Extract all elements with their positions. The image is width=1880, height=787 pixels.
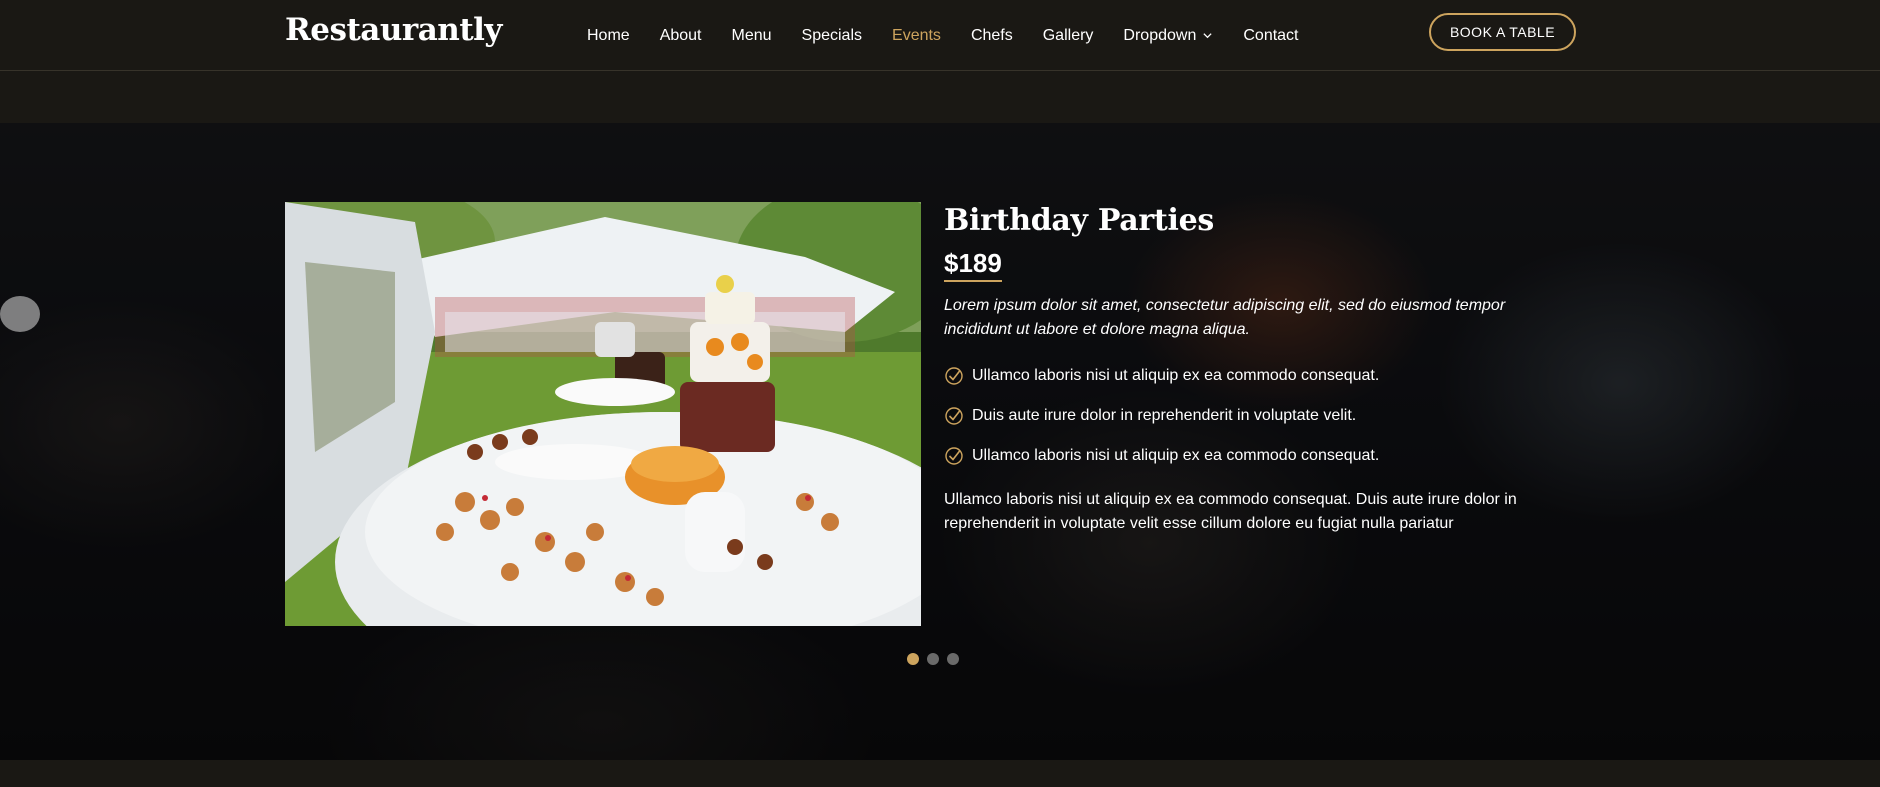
event-details: Birthday Parties $189 Lorem ipsum dolor …	[944, 200, 1574, 536]
list-item: Ullamco laboris nisi ut aliquip ex ea co…	[944, 356, 1574, 396]
slider-dot-3[interactable]	[947, 653, 959, 665]
nav-specials[interactable]: Specials	[802, 27, 862, 45]
list-item: Ullamco laboris nisi ut aliquip ex ea co…	[944, 436, 1574, 476]
birthday-party-image	[285, 202, 921, 626]
nav-about[interactable]: About	[660, 27, 702, 45]
main-nav: Home About Menu Specials Events Chefs Ga…	[587, 0, 1329, 71]
checklist-text: Ullamco laboris nisi ut aliquip ex ea co…	[972, 367, 1380, 384]
nav-contact[interactable]: Contact	[1243, 27, 1298, 45]
check-circle-icon	[945, 367, 963, 385]
list-item: Duis aute irure dolor in reprehenderit i…	[944, 396, 1574, 436]
check-circle-icon	[945, 407, 963, 425]
scroll-handle[interactable]	[0, 296, 40, 332]
slider-dot-1[interactable]	[907, 653, 919, 665]
book-table-button[interactable]: BOOK A TABLE	[1429, 13, 1576, 51]
event-checklist: Ullamco laboris nisi ut aliquip ex ea co…	[944, 356, 1574, 476]
event-title: Birthday Parties	[944, 203, 1214, 238]
nav-menu[interactable]: Menu	[732, 27, 772, 45]
nav-gallery[interactable]: Gallery	[1043, 27, 1094, 45]
check-circle-icon	[945, 447, 963, 465]
site-header: Restaurantly Home About Menu Specials Ev…	[0, 0, 1880, 71]
header-spacer	[0, 71, 1880, 123]
chevron-down-icon	[1203, 33, 1212, 39]
brand-logo[interactable]: Restaurantly	[285, 12, 502, 48]
nav-home[interactable]: Home	[587, 27, 630, 45]
nav-dropdown[interactable]: Dropdown	[1123, 27, 1213, 45]
event-closing: Ullamco laboris nisi ut aliquip ex ea co…	[944, 491, 1517, 532]
slider-dot-2[interactable]	[927, 653, 939, 665]
nav-chefs[interactable]: Chefs	[971, 27, 1013, 45]
event-photo	[285, 202, 921, 626]
checklist-text: Duis aute irure dolor in reprehenderit i…	[972, 407, 1357, 424]
nav-dropdown-label: Dropdown	[1123, 26, 1197, 44]
nav-events[interactable]: Events	[892, 27, 941, 45]
event-price: $189	[944, 246, 1002, 282]
next-section-edge	[0, 760, 1880, 787]
checklist-text: Ullamco laboris nisi ut aliquip ex ea co…	[972, 447, 1380, 464]
slider-pagination	[907, 653, 967, 665]
event-lead: Lorem ipsum dolor sit amet, consectetur …	[944, 297, 1506, 338]
